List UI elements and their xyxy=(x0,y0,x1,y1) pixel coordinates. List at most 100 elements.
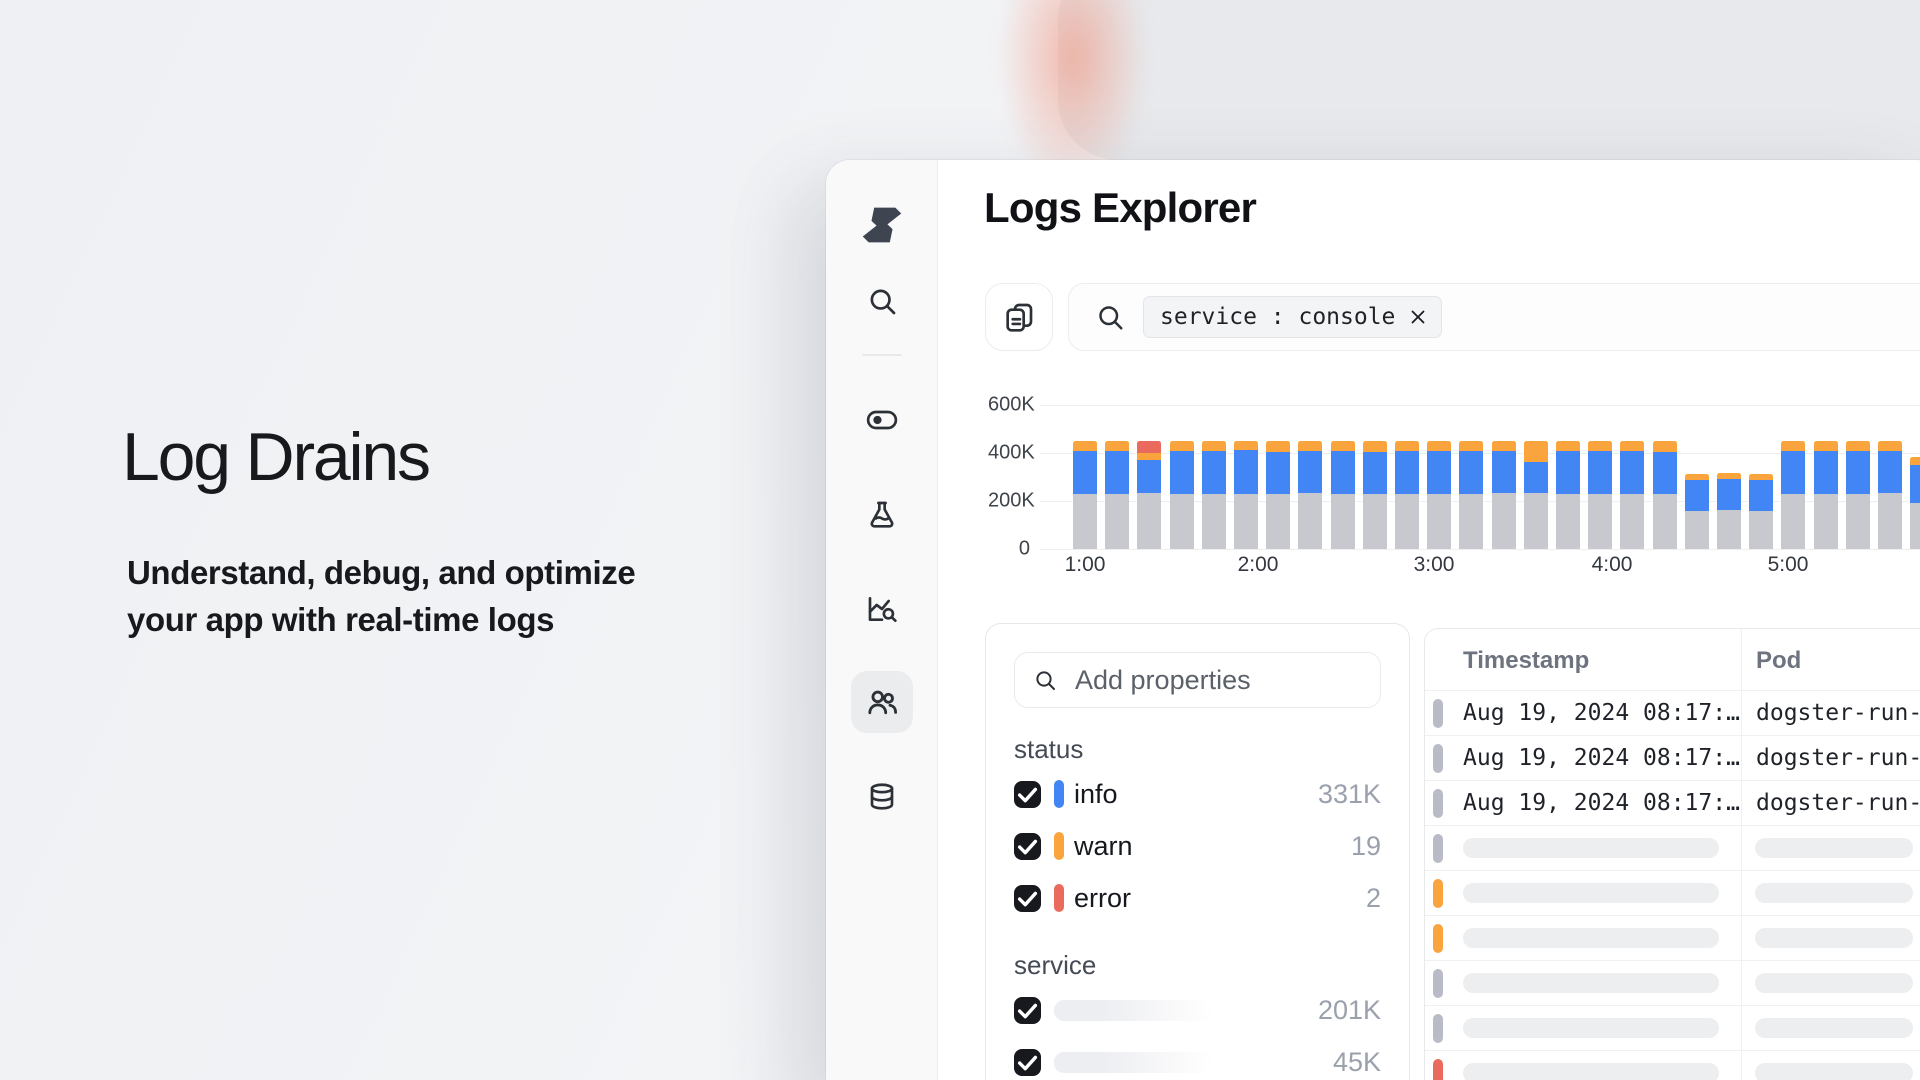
bar-segment xyxy=(1105,441,1129,451)
properties-panel: Add properties statusinfo331Kwarn19error… xyxy=(985,623,1410,1080)
checkbox-checked[interactable] xyxy=(1014,885,1041,912)
table-row[interactable]: Aug 19, 2024 08:17:…dogster-run-3… xyxy=(1425,781,1920,826)
sidebar-item-users[interactable] xyxy=(860,680,904,724)
table-row[interactable]: Aug 19, 2024 08:17:…dogster-run-3… xyxy=(1425,691,1920,736)
checkbox-checked[interactable] xyxy=(1014,781,1041,808)
remove-filter-icon[interactable] xyxy=(1407,306,1429,328)
timestamp-skeleton xyxy=(1463,838,1719,858)
skeleton-label xyxy=(1054,1000,1213,1021)
bar-segment xyxy=(1073,441,1097,452)
column-header-pod: Pod xyxy=(1756,647,1801,675)
bar-segment xyxy=(1749,511,1773,549)
property-label: error xyxy=(1074,883,1131,914)
chart-bar xyxy=(1331,441,1355,549)
bar-segment xyxy=(1363,494,1387,549)
status-color-pill xyxy=(1054,780,1064,808)
bar-segment xyxy=(1846,494,1870,549)
chart-bar xyxy=(1620,441,1644,549)
checkbox-checked[interactable] xyxy=(1014,997,1041,1024)
chart-bar xyxy=(1524,441,1548,549)
bar-segment xyxy=(1331,494,1355,549)
chart-bar xyxy=(1749,474,1773,549)
bar-segment xyxy=(1685,480,1709,511)
chart-search-icon xyxy=(866,593,898,625)
sidebar-item-toggles[interactable] xyxy=(860,398,904,442)
bar-segment xyxy=(1202,441,1226,451)
bar-segment xyxy=(1427,494,1451,549)
table-row[interactable] xyxy=(1425,961,1920,1006)
bar-segment xyxy=(1910,503,1920,549)
sidebar-item-analytics[interactable] xyxy=(860,587,904,631)
bar-segment xyxy=(1524,493,1548,549)
status-color-pill xyxy=(1054,832,1064,860)
hero-title: Log Drains xyxy=(122,418,429,496)
y-axis-tick: 600K xyxy=(988,394,1030,417)
bar-segment xyxy=(1170,441,1194,451)
bar-segment xyxy=(1653,494,1677,549)
bar-segment xyxy=(1266,452,1290,494)
pod-skeleton xyxy=(1755,883,1913,903)
checkbox-checked[interactable] xyxy=(1014,833,1041,860)
timestamp-skeleton xyxy=(1463,973,1719,993)
bar-segment xyxy=(1298,493,1322,549)
bar-segment xyxy=(1556,451,1580,494)
chart-bar xyxy=(1781,441,1805,549)
bar-segment xyxy=(1588,451,1612,494)
hero-subtitle-line2: your app with real-time logs xyxy=(127,596,635,643)
row-status-pill xyxy=(1433,1059,1443,1080)
bar-segment xyxy=(1427,441,1451,451)
chart-bar xyxy=(1363,441,1387,549)
search-icon xyxy=(1095,302,1125,332)
bar-segment xyxy=(1846,441,1870,451)
bar-segment xyxy=(1170,494,1194,549)
filter-chip[interactable]: service : console xyxy=(1143,296,1442,338)
table-row[interactable] xyxy=(1425,826,1920,871)
property-section-heading: status xyxy=(1014,734,1381,768)
timestamp-cell: Aug 19, 2024 08:17:… xyxy=(1463,700,1740,726)
table-row[interactable] xyxy=(1425,916,1920,961)
x-axis-tick: 1:00 xyxy=(1050,553,1120,577)
sidebar-item-experiments[interactable] xyxy=(860,493,904,537)
chart-bar xyxy=(1298,441,1322,549)
y-axis-tick: 200K xyxy=(988,490,1030,513)
sidebar-item-database[interactable] xyxy=(860,775,904,819)
chart-bar xyxy=(1878,441,1902,549)
bar-segment xyxy=(1814,451,1838,495)
pod-cell: dogster-run-3… xyxy=(1756,745,1920,771)
table-header: Timestamp Pod xyxy=(1425,629,1920,691)
property-count: 45K xyxy=(1333,1047,1381,1078)
bar-segment xyxy=(1749,480,1773,510)
bar-segment xyxy=(1298,441,1322,451)
column-header-timestamp: Timestamp xyxy=(1463,647,1589,675)
bar-segment xyxy=(1137,441,1161,453)
table-row[interactable] xyxy=(1425,871,1920,916)
app-logo-icon[interactable] xyxy=(860,201,904,249)
pod-skeleton xyxy=(1755,928,1913,948)
x-axis-tick: 2:00 xyxy=(1223,553,1293,577)
log-search-bar[interactable]: service : console xyxy=(1068,283,1920,351)
toggle-icon xyxy=(866,404,898,436)
bar-segment xyxy=(1524,441,1548,463)
logs-view-button[interactable] xyxy=(985,283,1053,351)
x-axis-tick: 4:00 xyxy=(1577,553,1647,577)
row-status-pill xyxy=(1433,924,1443,953)
add-properties-input[interactable]: Add properties xyxy=(1014,652,1381,708)
sidebar-item-search[interactable] xyxy=(860,279,904,323)
log-volume-chart[interactable]: 600K400K200K01:002:003:004:005:00 xyxy=(988,395,1920,581)
property-row: 201K xyxy=(1014,984,1381,1036)
status-color-pill xyxy=(1054,884,1064,912)
bar-segment xyxy=(1427,451,1451,494)
table-row[interactable] xyxy=(1425,1006,1920,1051)
bar-segment xyxy=(1137,453,1161,460)
chart-bar xyxy=(1137,441,1161,549)
bar-segment xyxy=(1653,452,1677,494)
timestamp-skeleton xyxy=(1463,1018,1719,1038)
row-status-pill xyxy=(1433,789,1443,818)
table-row[interactable]: Aug 19, 2024 08:17:…dogster-run-3… xyxy=(1425,736,1920,781)
bar-segment xyxy=(1492,493,1516,549)
table-row[interactable] xyxy=(1425,1051,1920,1080)
bar-segment xyxy=(1556,441,1580,451)
skeleton-label xyxy=(1054,1052,1213,1073)
x-axis-tick: 5:00 xyxy=(1753,553,1823,577)
checkbox-checked[interactable] xyxy=(1014,1049,1041,1076)
